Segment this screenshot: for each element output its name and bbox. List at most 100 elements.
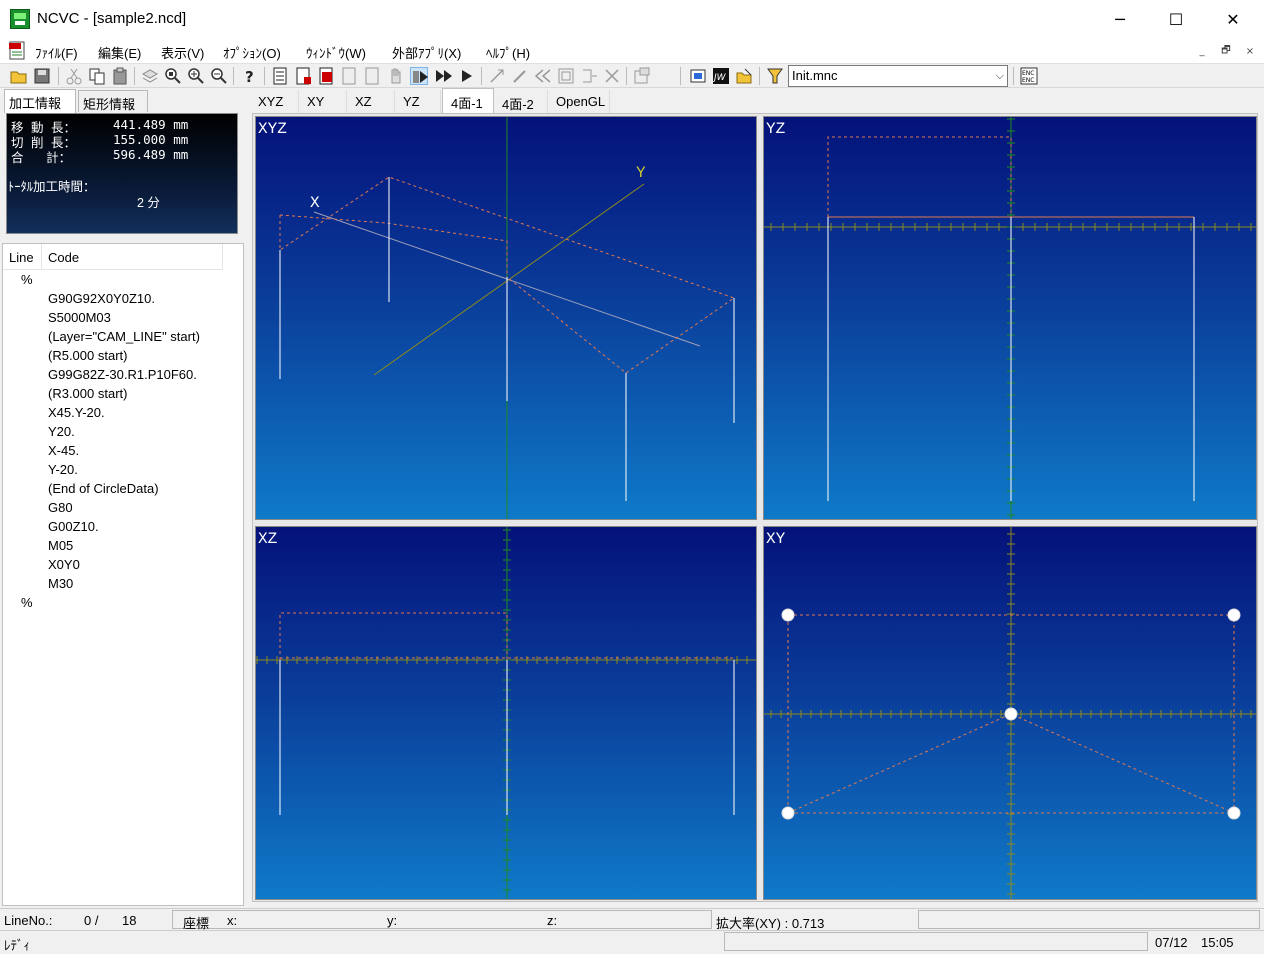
code-line[interactable]: (R3.000 start) [48, 386, 127, 401]
menu-window[interactable]: ｳｨﾝﾄﾞｳ(W) [306, 43, 366, 62]
code-line-marker[interactable]: % [21, 272, 33, 287]
app-window: NCVC - [sample2.ncd] ─ ☐ ✕ ﾌｧｲﾙ(F) 編集(E)… [0, 0, 1264, 953]
cross-icon[interactable] [603, 67, 621, 85]
lineno-value: 0 / [84, 913, 99, 928]
trace-list-icon[interactable] [272, 67, 290, 85]
machine-icon[interactable] [766, 67, 784, 85]
trace-mark-icon[interactable] [295, 67, 313, 85]
menu-view[interactable]: 表示(V) [161, 43, 204, 62]
properties-icon[interactable] [633, 67, 651, 85]
app-icon[interactable] [10, 9, 30, 29]
layers-icon[interactable] [141, 67, 159, 85]
menu-edit[interactable]: 編集(E) [98, 43, 141, 62]
mdi-minimize-button[interactable]: _ [1192, 42, 1212, 60]
total-length-value: 596.489 mm [113, 147, 189, 162]
status-bar-main: ﾚﾃﾞｨ 07/12 15:05 [0, 930, 1264, 953]
fast-forward-icon[interactable] [435, 67, 453, 85]
zoom-out-icon[interactable] [210, 67, 228, 85]
status-box-extra [918, 910, 1260, 929]
chevron-down-icon[interactable]: ⌵ [996, 66, 1004, 86]
trace-step-icon[interactable] [410, 67, 428, 85]
xyz-axis-y-label: Y [636, 164, 646, 182]
pencil-icon[interactable] [511, 67, 529, 85]
column-separator [41, 244, 42, 270]
code-line[interactable]: X-45. [48, 443, 79, 458]
coord-y-label: y: [387, 913, 398, 928]
jw-icon[interactable]: JW [712, 67, 730, 85]
nc-code-list[interactable]: Line Code % G90G92X0Y0Z10. S5000M03 (Layer=… [2, 243, 244, 906]
machine-file-select[interactable]: Init.mnc ⌵ [788, 65, 1008, 87]
tab-4view-2[interactable]: 4面-2 [494, 90, 548, 114]
trace-doc2-icon[interactable] [364, 67, 382, 85]
toolbar-separator [264, 67, 265, 85]
zoom-in-icon[interactable] [187, 67, 205, 85]
maximize-button[interactable]: ☐ [1147, 0, 1205, 38]
save-icon[interactable] [33, 67, 51, 85]
folder-tool-icon[interactable] [735, 67, 753, 85]
xyz-view[interactable]: X Y XYZ [255, 116, 757, 520]
minimize-button[interactable]: ─ [1091, 0, 1149, 38]
play-icon[interactable] [458, 67, 476, 85]
menu-external-apps[interactable]: 外部ｱﾌﾟﾘ(X) [392, 43, 461, 62]
bracket-icon[interactable] [580, 67, 598, 85]
tab-xyz[interactable]: XYZ [250, 90, 299, 114]
xyz-view-label: XYZ [258, 120, 287, 138]
column-code[interactable]: Code [48, 250, 79, 265]
code-line[interactable]: X45.Y-20. [48, 405, 105, 420]
tab-xy[interactable]: XY [299, 90, 347, 114]
code-line[interactable]: G99G82Z-30.R1.P10F60. [48, 367, 197, 382]
copy-icon[interactable] [88, 67, 106, 85]
tab-opengl[interactable]: OpenGL [548, 90, 610, 114]
code-line[interactable]: X0Y0 [48, 557, 80, 572]
document-icon[interactable] [8, 41, 28, 61]
code-line[interactable]: Y20. [48, 424, 75, 439]
view-area: X Y XYZ YZ XZ XY [252, 113, 1258, 902]
xyz-axis-x-label: X [310, 194, 320, 212]
menu-options[interactable]: ｵﾌﾟｼｮﾝ(O) [223, 43, 281, 62]
tab-4view-1[interactable]: 4面-1 [442, 88, 494, 114]
menu-file[interactable]: ﾌｧｲﾙ(F) [35, 43, 78, 62]
tab-xz[interactable]: XZ [347, 90, 395, 114]
tab-rectangle-info[interactable]: 矩形情報 [78, 90, 148, 112]
rewind-icon[interactable] [534, 67, 552, 85]
code-line[interactable]: (End of CircleData) [48, 481, 159, 496]
frame-icon[interactable] [557, 67, 575, 85]
expand-icon[interactable] [488, 67, 506, 85]
total-length-label: 合 計： [11, 150, 72, 165]
paste-icon[interactable] [111, 67, 129, 85]
hand-icon[interactable] [387, 67, 405, 85]
enc-icon[interactable]: ENC ENC [1020, 67, 1038, 85]
code-line[interactable]: G80 [48, 500, 73, 515]
code-line[interactable]: M05 [48, 538, 73, 553]
trace-doc-icon[interactable] [341, 67, 359, 85]
progress-box [724, 932, 1148, 951]
help-icon[interactable]: ? [240, 67, 258, 86]
xy-view[interactable]: XY [763, 526, 1257, 900]
window-icon[interactable] [689, 67, 707, 85]
open-folder-icon[interactable] [10, 67, 28, 85]
drill-point [781, 806, 795, 820]
code-line-marker[interactable]: % [21, 595, 33, 610]
xz-view[interactable]: XZ [255, 526, 757, 900]
code-line[interactable]: M30 [48, 576, 73, 591]
trace-delete-icon[interactable] [318, 67, 336, 85]
toolbar-separator [481, 67, 482, 85]
close-button[interactable]: ✕ [1204, 0, 1262, 38]
code-line[interactable]: (R5.000 start) [48, 348, 127, 363]
menu-help[interactable]: ﾍﾙﾌﾟ(H) [486, 43, 530, 62]
svg-text:ENC: ENC [1022, 70, 1034, 77]
code-line[interactable]: S5000M03 [48, 310, 111, 325]
mdi-close-button[interactable]: × [1240, 42, 1260, 60]
cut-icon[interactable] [65, 67, 83, 85]
yz-view[interactable]: YZ [763, 116, 1257, 520]
code-line[interactable]: Y-20. [48, 462, 78, 477]
code-line[interactable]: (Layer="CAM_LINE" start) [48, 329, 200, 344]
tab-yz[interactable]: YZ [395, 90, 441, 114]
zoom-fit-icon[interactable] [164, 67, 182, 85]
code-line[interactable]: G00Z10. [48, 519, 99, 534]
code-line[interactable]: G90G92X0Y0Z10. [48, 291, 155, 306]
menu-bar: ﾌｧｲﾙ(F) 編集(E) 表示(V) ｵﾌﾟｼｮﾝ(O) ｳｨﾝﾄﾞｳ(W) … [0, 38, 1264, 64]
mdi-restore-button[interactable]: 🗗 [1216, 42, 1236, 60]
column-line[interactable]: Line [9, 250, 34, 265]
tab-machining-info[interactable]: 加工情報 [4, 89, 76, 113]
